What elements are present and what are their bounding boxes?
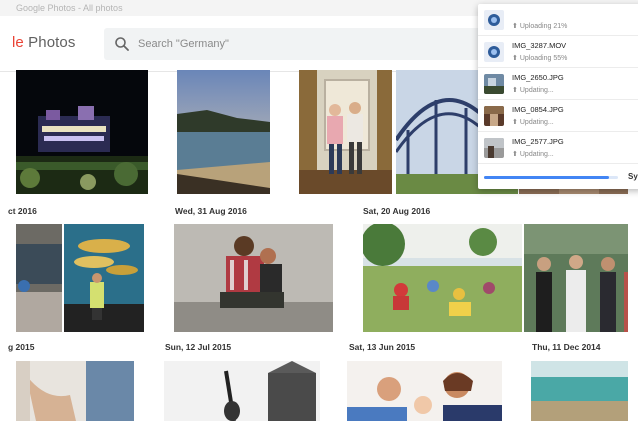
photo-tidepool-image <box>16 224 62 332</box>
upload-item-name: IMG_2650.JPG <box>512 73 564 82</box>
photo-castle-night[interactable] <box>16 70 148 194</box>
photo-coast-image <box>177 70 270 194</box>
date-group-4: g 2015 <box>8 342 35 352</box>
photo-family[interactable] <box>347 361 502 421</box>
upload-progress-fill <box>484 176 609 179</box>
upload-item-name: IMG_2577.JPG <box>512 137 564 146</box>
photo-thumbnail <box>484 74 504 94</box>
photo-couple-sitting-image <box>174 224 333 332</box>
upload-item[interactable]: IMG_0854.JPG ⬆ Updating... <box>478 100 638 132</box>
photo-beach[interactable] <box>531 361 638 421</box>
upload-arrow-icon: ⬆ <box>512 87 518 94</box>
upload-arrow-icon: ⬆ <box>512 23 518 30</box>
photo-couple-doorway[interactable] <box>299 70 392 194</box>
video-file-icon <box>484 42 504 62</box>
photo-beach-image <box>531 361 638 421</box>
photo-coast[interactable] <box>177 70 270 194</box>
upload-item-status: ⬆ Uploading 21% <box>512 22 567 30</box>
photo-couple-doorway-image <box>299 70 392 194</box>
photo-thumbnail <box>484 106 504 126</box>
upload-item-status-text: Updating... <box>519 151 554 158</box>
photos-app: Google Photos - All photos le Photos Sea… <box>0 0 638 421</box>
date-group-5: Sun, 12 Jul 2015 <box>165 342 232 352</box>
upload-item-status-text: Uploading 21% <box>519 23 568 30</box>
photo-guitar-building[interactable] <box>164 361 320 421</box>
photo-couple-sitting[interactable] <box>174 224 333 332</box>
upload-item-status-text: Updating... <box>519 87 554 94</box>
upload-arrow-icon: ⬆ <box>512 55 518 62</box>
date-group-7: Thu, 11 Dec 2014 <box>532 342 601 352</box>
upload-item-name: IMG_0854.JPG <box>512 105 564 114</box>
search-icon[interactable] <box>114 36 130 52</box>
date-group-2: Wed, 31 Aug 2016 <box>175 206 247 216</box>
photo-festival-image <box>363 224 522 332</box>
upload-item[interactable]: IMG_2577.JPG ⬆ Updating... <box>478 132 638 164</box>
upload-item-status: ⬆ Updating... <box>512 118 554 126</box>
photo-hands-image <box>16 361 134 421</box>
search-bar[interactable] <box>104 28 494 60</box>
upload-item-status: ⬆ Uploading 55% <box>512 54 567 62</box>
logo-prefix: le <box>12 34 24 51</box>
sync-label: Sy <box>628 172 638 181</box>
photo-hands[interactable] <box>16 361 134 421</box>
photo-wedding[interactable] <box>524 224 638 332</box>
photo-wedding-image <box>524 224 638 332</box>
photo-guitar-building-image <box>164 361 320 421</box>
photo-aquarium-fish[interactable] <box>64 224 144 332</box>
video-file-icon <box>484 10 504 30</box>
upload-arrow-icon: ⬆ <box>512 119 518 126</box>
upload-item[interactable]: ⬆ Uploading 21% <box>478 4 638 36</box>
upload-item-status-text: Updating... <box>519 119 554 126</box>
upload-arrow-icon: ⬆ <box>512 151 518 158</box>
photo-castle-night-image <box>16 70 148 194</box>
browser-tab-title: Google Photos - All photos <box>16 3 123 13</box>
logo-text: Photos <box>23 34 76 51</box>
photo-aquarium-fish-image <box>64 224 144 332</box>
upload-item-status: ⬆ Updating... <box>512 150 554 158</box>
photo-tidepool[interactable] <box>16 224 62 332</box>
search-input[interactable] <box>138 28 478 60</box>
photo-thumbnail <box>484 138 504 158</box>
upload-item-name: IMG_3287.MOV <box>512 41 567 50</box>
upload-panel: ⬆ Uploading 21% IMG_3287.MOV ⬆ Uploading 5… <box>478 4 638 189</box>
photo-festival[interactable] <box>363 224 522 332</box>
upload-item-status: ⬆ Updating... <box>512 86 554 94</box>
upload-progress-bar <box>484 176 618 179</box>
date-group-3: Sat, 20 Aug 2016 <box>363 206 431 216</box>
app-logo[interactable]: le Photos <box>12 34 75 51</box>
date-group-6: Sat, 13 Jun 2015 <box>349 342 416 352</box>
upload-item-status-text: Uploading 55% <box>519 55 568 62</box>
date-group-1: ct 2016 <box>8 206 37 216</box>
upload-item[interactable]: IMG_2650.JPG ⬆ Updating... <box>478 68 638 100</box>
upload-item[interactable]: IMG_3287.MOV ⬆ Uploading 55% <box>478 36 638 68</box>
photo-family-image <box>347 361 502 421</box>
